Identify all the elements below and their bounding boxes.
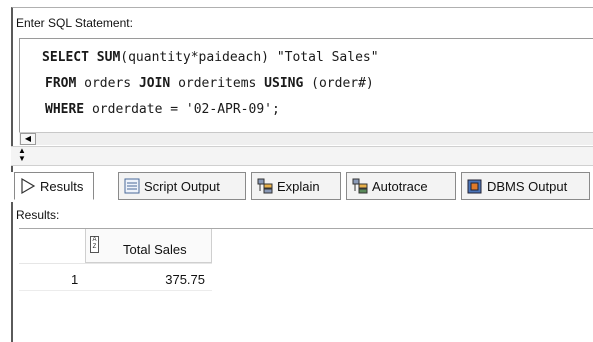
row-divider <box>19 263 212 264</box>
sql-line-2: FROM orders JOIN orderitems USING (order… <box>45 76 374 91</box>
cell-total-sales[interactable]: 375.75 <box>135 272 205 287</box>
sql-keyword-from: FROM <box>45 76 77 91</box>
results-label: Results: <box>16 208 60 222</box>
sql-editor[interactable]: SELECT SUM(quantity*paideach) "Total Sal… <box>19 38 593 145</box>
tab-script-output-label: Script Output <box>144 178 220 194</box>
sql-line-3: WHERE orderdate = '02-APR-09'; <box>45 102 280 117</box>
document-icon <box>123 177 141 195</box>
tab-explain-label: Explain <box>277 178 320 194</box>
sql-text: orderdate = '02-APR-09'; <box>84 102 280 117</box>
sql-keyword-sum: SUM <box>96 50 121 65</box>
dbms-output-icon <box>466 177 484 195</box>
sql-text: orderitems <box>170 76 265 91</box>
sql-keyword-join: JOIN <box>138 76 171 91</box>
autotrace-icon <box>351 177 369 195</box>
sql-keyword-using: USING <box>264 76 304 91</box>
row-divider <box>19 290 212 291</box>
sql-line-1: SELECT SUM(quantity*paideach) "Total Sal… <box>42 50 379 65</box>
tab-results-label: Results <box>40 178 84 194</box>
editor-horizontal-scrollbar[interactable]: ◀ <box>19 132 593 145</box>
tab-script-output[interactable]: Script Output <box>118 172 246 200</box>
sql-text: (order#) <box>303 76 374 91</box>
row-number: 1 <box>71 272 79 287</box>
output-tab-bar: Results Script Output Explain Autotrace … <box>11 172 593 202</box>
sql-text: (quantity*paideach) "Total Sales" <box>120 50 379 65</box>
sort-az-icon[interactable]: A Z <box>90 236 99 253</box>
tab-dbms-output-label: DBMS Output <box>487 178 568 194</box>
tab-autotrace[interactable]: Autotrace <box>346 172 456 200</box>
explain-plan-icon <box>256 177 274 195</box>
tab-results[interactable]: Results <box>14 172 94 200</box>
tab-explain[interactable]: Explain <box>251 172 341 200</box>
column-header-label: Total Sales <box>123 242 187 257</box>
results-grid[interactable]: A Z Total Sales 1 375.75 <box>19 228 593 342</box>
sql-text: orders <box>76 76 139 91</box>
sql-prompt-label: Enter SQL Statement: <box>16 16 133 30</box>
play-arrow-icon <box>19 177 37 195</box>
column-header-total-sales[interactable]: A Z Total Sales <box>85 229 212 263</box>
sql-keyword-where: WHERE <box>45 102 85 117</box>
tab-autotrace-label: Autotrace <box>372 178 428 194</box>
tab-dbms-output[interactable]: DBMS Output <box>461 172 590 200</box>
pane-splitter[interactable]: ▲ ▼ <box>11 146 593 166</box>
splitter-arrows-icon[interactable]: ▲ ▼ <box>18 147 26 163</box>
scroll-left-button[interactable]: ◀ <box>20 133 36 145</box>
sql-keyword-select: SELECT <box>42 50 89 65</box>
